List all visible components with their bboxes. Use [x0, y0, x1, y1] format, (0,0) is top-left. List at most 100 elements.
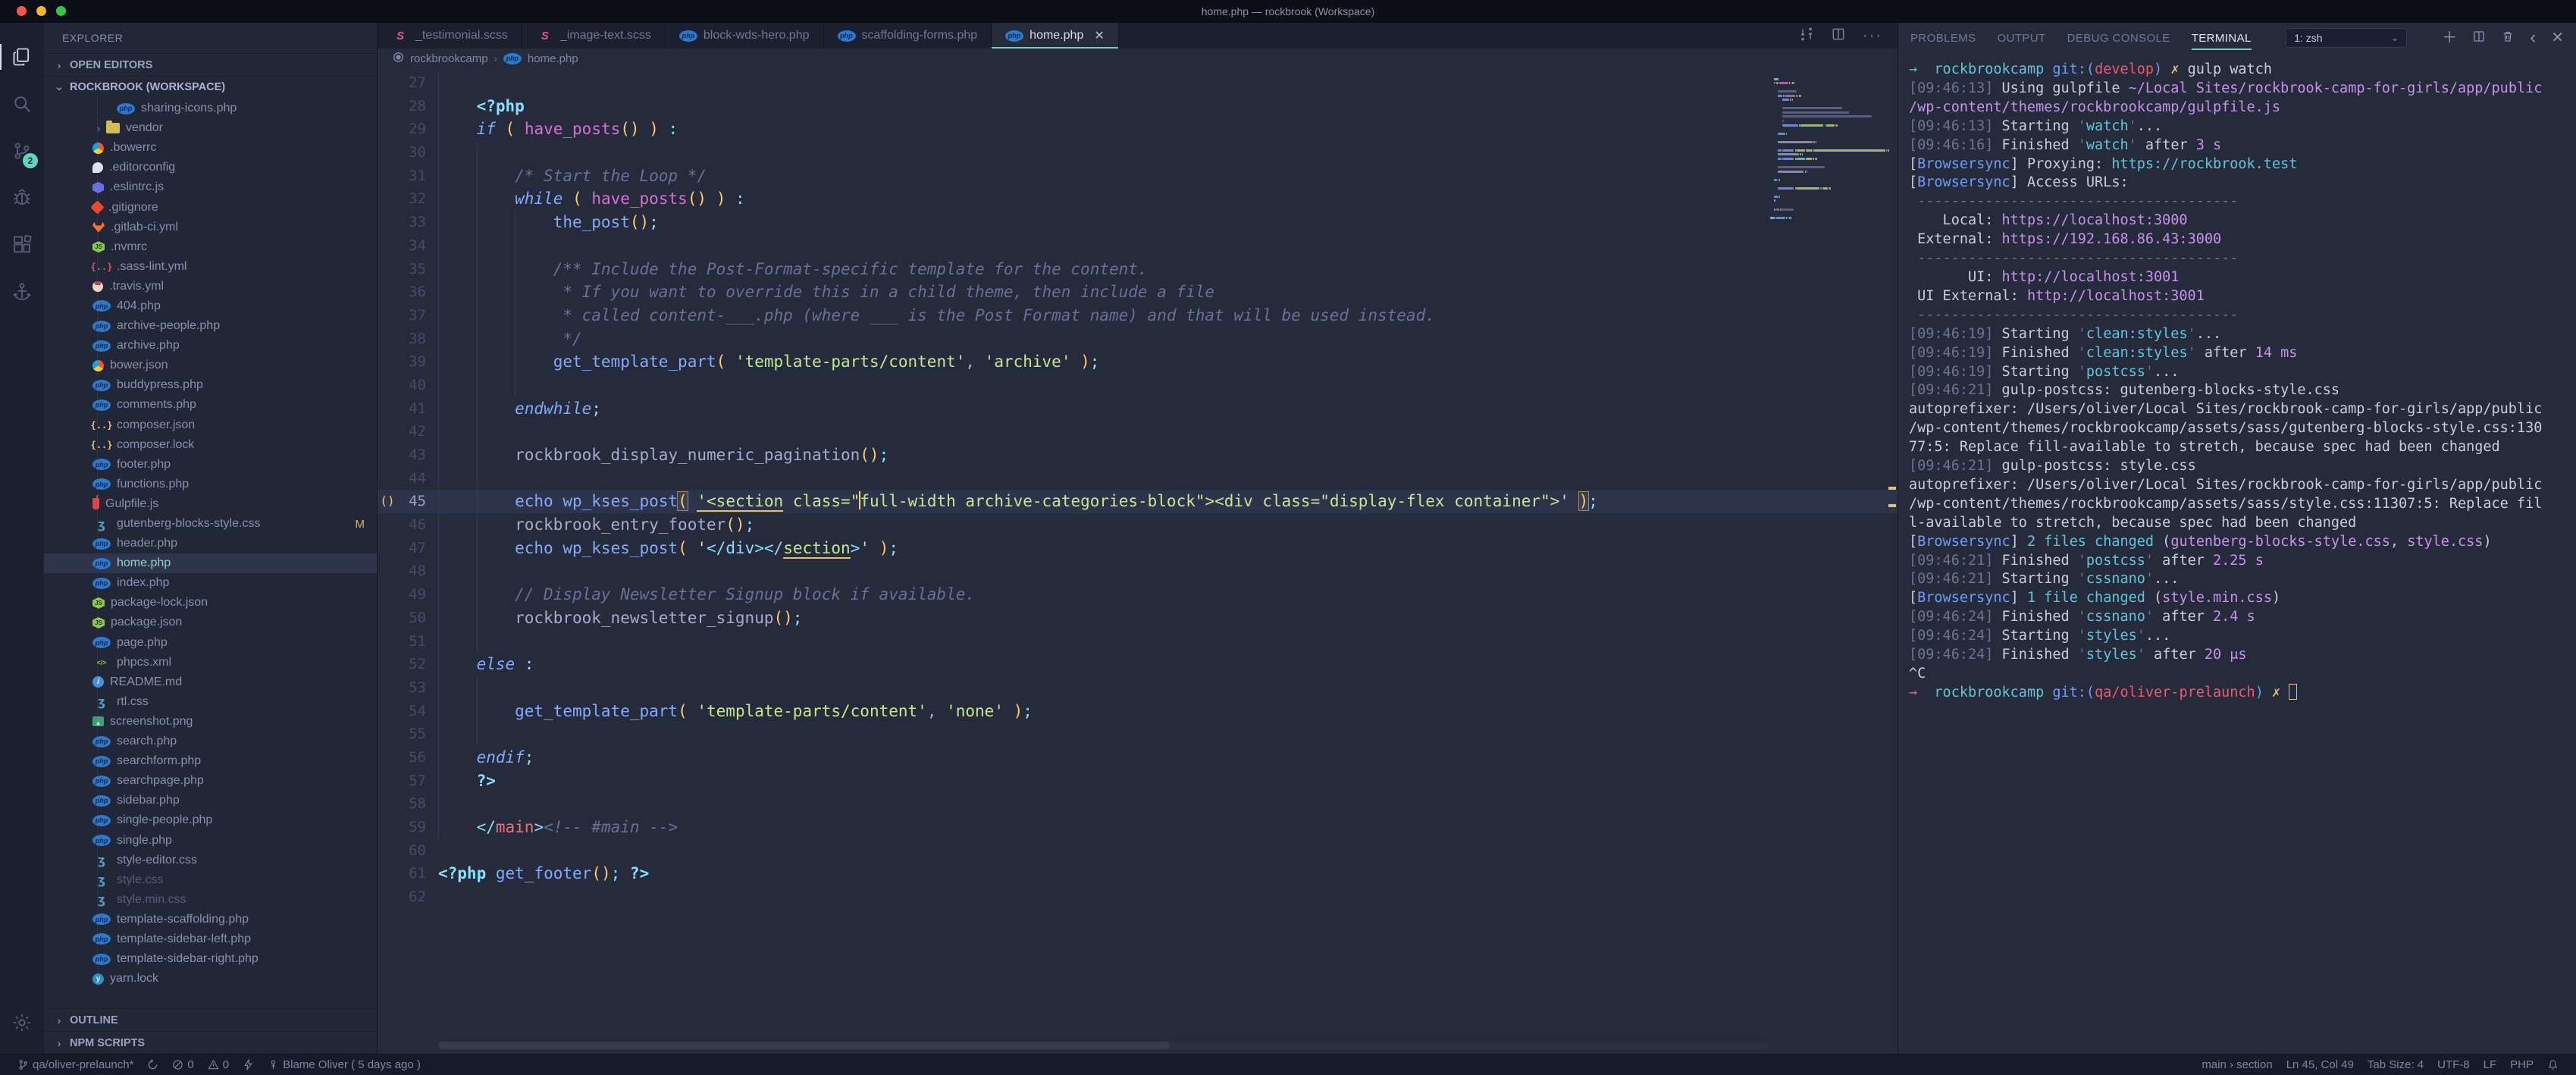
- tree-item-index.php[interactable]: phpindex.php: [44, 573, 377, 593]
- tree-item-template-sidebar-right.php[interactable]: phptemplate-sidebar-right.php: [44, 949, 377, 969]
- code-line-47[interactable]: 47echo wp_kses_post( '</div></section>' …: [378, 537, 1898, 560]
- status-bolt[interactable]: [236, 1055, 261, 1075]
- kill-terminal-icon[interactable]: [2501, 30, 2515, 47]
- code-line-41[interactable]: 41endwhile;: [378, 397, 1898, 421]
- tree-item-archive-people.php[interactable]: phparchive-people.php: [44, 316, 377, 336]
- code-line-32[interactable]: 32while ( have_posts() ) :: [378, 187, 1898, 211]
- code-line-30[interactable]: 30: [378, 141, 1898, 165]
- run-debug-icon[interactable]: [0, 174, 44, 221]
- panel-tab-terminal[interactable]: TERMINAL: [2192, 23, 2252, 53]
- source-control-icon[interactable]: 2: [0, 127, 44, 174]
- tree-item-style.css[interactable]: ʒstyle.css: [44, 870, 377, 890]
- status-utf-8[interactable]: UTF-8: [2430, 1058, 2477, 1071]
- code-line-43[interactable]: 43rockbrook_display_numeric_pagination()…: [378, 443, 1898, 467]
- code-line-35[interactable]: 35/** Include the Post-Format-specific t…: [378, 258, 1898, 281]
- status-warning[interactable]: 0: [201, 1055, 236, 1075]
- tree-item-vendor[interactable]: ›vendor: [44, 118, 377, 138]
- status-sync[interactable]: [140, 1055, 165, 1075]
- code-line-34[interactable]: 34: [378, 234, 1898, 258]
- code-line-55[interactable]: 55: [378, 722, 1898, 746]
- status-error[interactable]: 0: [165, 1055, 200, 1075]
- panel-tab-output[interactable]: OUTPUT: [1998, 23, 2046, 53]
- workspace-section-header[interactable]: ⌄ ROCKBROOK (WORKSPACE): [44, 76, 377, 97]
- tree-item-404.php[interactable]: php404.php: [44, 296, 377, 316]
- tree-item-home.php[interactable]: phphome.php: [44, 553, 377, 573]
- code-line-50[interactable]: 50rockbrook_newsletter_signup();: [378, 606, 1898, 630]
- open-editors-section[interactable]: › OPEN EDITORS: [44, 53, 377, 76]
- tree-item-searchform.php[interactable]: phpsearchform.php: [44, 751, 377, 771]
- tree-item-template-sidebar-left.php[interactable]: phptemplate-sidebar-left.php: [44, 929, 377, 949]
- tree-item-header.php[interactable]: phpheader.php: [44, 534, 377, 553]
- outline-section[interactable]: › OUTLINE: [44, 1008, 377, 1031]
- tree-item-rtl.css[interactable]: ʒrtl.css: [44, 692, 377, 712]
- tree-item-.travis.yml[interactable]: .travis.yml: [44, 277, 377, 296]
- code-line-38[interactable]: 38 */: [378, 328, 1898, 351]
- tree-item-page.php[interactable]: phppage.php: [44, 633, 377, 653]
- tree-item-screenshot.png[interactable]: ▲screenshot.png: [44, 712, 377, 732]
- panel-tab-problems[interactable]: PROBLEMS: [1910, 23, 1976, 53]
- code-line-40[interactable]: 40: [378, 374, 1898, 397]
- status-php[interactable]: PHP: [2503, 1058, 2540, 1071]
- code-editor[interactable]: 2728<?php29if ( have_posts() ) :3031/* S…: [378, 68, 1898, 1054]
- terminal-shell-select[interactable]: 1: zsh ⌄: [2286, 28, 2407, 48]
- new-terminal-icon[interactable]: ＋: [2442, 30, 2457, 45]
- horizontal-scrollbar[interactable]: [438, 1042, 1769, 1049]
- status-ln-45-col-49[interactable]: Ln 45, Col 49: [2280, 1058, 2361, 1071]
- window-controls[interactable]: [17, 6, 66, 16]
- tree-item-README.md[interactable]: iREADME.md: [44, 672, 377, 692]
- tree-item-package.json[interactable]: JSpackage.json: [44, 613, 377, 632]
- code-line-48[interactable]: 48: [378, 559, 1898, 583]
- tree-item-buddypress.php[interactable]: phpbuddypress.php: [44, 375, 377, 395]
- code-line-60[interactable]: 60: [378, 839, 1898, 863]
- code-line-57[interactable]: 57?>: [378, 769, 1898, 793]
- code-line-39[interactable]: 39get_template_part( 'template-parts/con…: [378, 350, 1898, 374]
- panel-tab-debug-console[interactable]: DEBUG CONSOLE: [2067, 23, 2170, 53]
- tree-item-single-people.php[interactable]: phpsingle-people.php: [44, 810, 377, 830]
- tree-item-archive.php[interactable]: phparchive.php: [44, 336, 377, 356]
- tree-item-style.min.css[interactable]: ʒstyle.min.css: [44, 890, 377, 910]
- minimize-window-icon[interactable]: [36, 6, 46, 16]
- breadcrumb-root[interactable]: rockbrookcamp: [410, 52, 488, 65]
- tree-item-yarn.lock[interactable]: yyarn.lock: [44, 969, 377, 989]
- split-terminal-icon[interactable]: [2472, 30, 2486, 47]
- tree-item-.bowerrc[interactable]: .bowerrc: [44, 138, 377, 158]
- tree-item-gutenberg-blocks-style.css[interactable]: ʒgutenberg-blocks-style.cssM: [44, 514, 377, 534]
- minimap[interactable]: [1770, 73, 1885, 224]
- tab-_testimonial.scss[interactable]: S_testimonial.scss: [378, 23, 522, 49]
- status-tab-size-4[interactable]: Tab Size: 4: [2361, 1058, 2430, 1071]
- tab-_image-text.scss[interactable]: S_image-text.scss: [522, 23, 666, 49]
- code-line-52[interactable]: 52else :: [378, 653, 1898, 676]
- status-lf[interactable]: LF: [2477, 1058, 2504, 1071]
- extensions-icon[interactable]: [0, 221, 44, 268]
- code-line-42[interactable]: 42: [378, 420, 1898, 443]
- code-line-49[interactable]: 49// Display Newsletter Signup block if …: [378, 583, 1898, 606]
- tree-item-composer.json[interactable]: {..}composer.json: [44, 415, 377, 435]
- close-window-icon[interactable]: [17, 6, 27, 16]
- code-line-62[interactable]: 62: [378, 885, 1898, 909]
- tree-item-comments.php[interactable]: phpcomments.php: [44, 395, 377, 415]
- tree-item-package-lock.json[interactable]: JSpackage-lock.json: [44, 593, 377, 613]
- close-tab-icon[interactable]: ✕: [1094, 28, 1104, 43]
- code-line-29[interactable]: 29if ( have_posts() ) :: [378, 118, 1898, 141]
- code-line-56[interactable]: 56endif;: [378, 746, 1898, 769]
- code-line-28[interactable]: 28<?php: [378, 95, 1898, 118]
- tree-item-.sass-lint.yml[interactable]: {..}.sass-lint.yml: [44, 257, 377, 277]
- tree-item-sharing-icons.php[interactable]: phpsharing-icons.php: [44, 99, 377, 118]
- tree-item-Gulpfile.js[interactable]: Gulpfile.js: [44, 494, 377, 514]
- code-line-36[interactable]: 36 * If you want to override this in a c…: [378, 281, 1898, 304]
- tree-item-search.php[interactable]: phpsearch.php: [44, 732, 377, 751]
- maximize-panel-icon[interactable]: ‹: [2530, 29, 2536, 47]
- tree-item-sidebar.php[interactable]: phpsidebar.php: [44, 791, 377, 810]
- tree-item-composer.lock[interactable]: {..}composer.lock: [44, 435, 377, 455]
- tab-block-wds-hero.php[interactable]: phpblock-wds-hero.php: [666, 23, 824, 49]
- tree-item-searchpage.php[interactable]: phpsearchpage.php: [44, 771, 377, 791]
- tree-item-bower.json[interactable]: bower.json: [44, 356, 377, 375]
- tree-item-.gitignore[interactable]: .gitignore: [44, 197, 377, 217]
- tree-item-footer.php[interactable]: phpfooter.php: [44, 455, 377, 475]
- search-icon[interactable]: [0, 80, 44, 127]
- npm-scripts-section[interactable]: › NPM SCRIPTS: [44, 1031, 377, 1054]
- code-line-44[interactable]: 44: [378, 467, 1898, 490]
- code-line-27[interactable]: 27: [378, 71, 1898, 95]
- code-line-37[interactable]: 37 * called content-___.php (where ___ i…: [378, 304, 1898, 328]
- status-bell[interactable]: [2540, 1059, 2565, 1070]
